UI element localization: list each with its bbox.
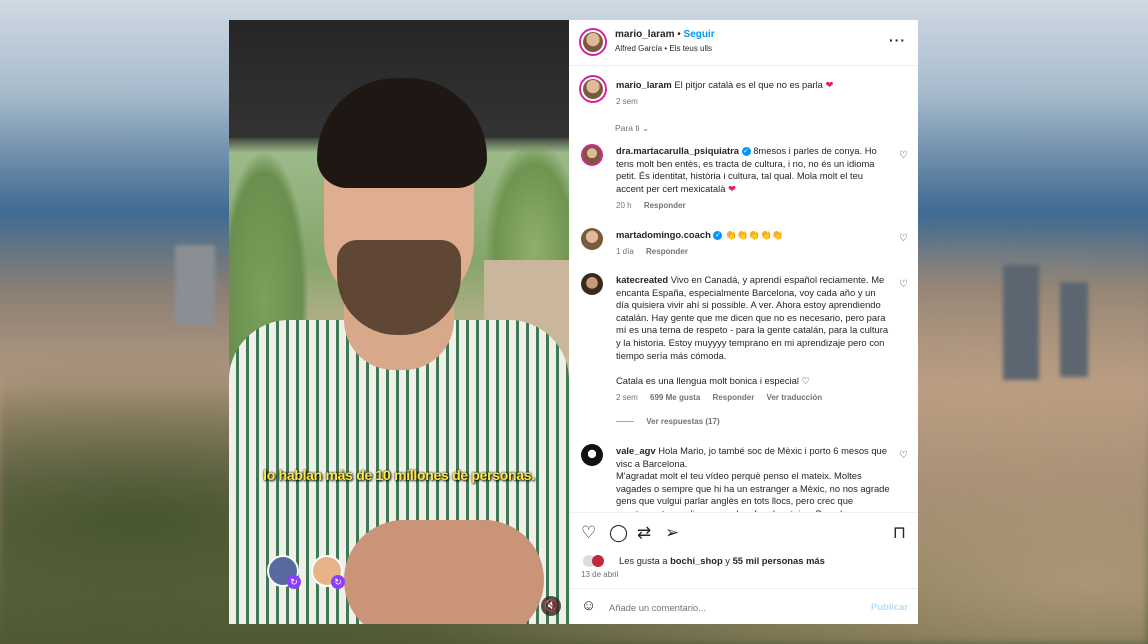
comment-username[interactable]: katecreated xyxy=(616,274,668,285)
post-header: mario_laram • Seguir Alfred García • Els… xyxy=(569,20,918,66)
comment-meta: 1 día Responder xyxy=(616,247,698,256)
comment-text: M'agradat molt el teu vídeo perquè penso… xyxy=(616,470,890,512)
background-tower xyxy=(175,245,215,325)
likes-summary[interactable]: Les gusta a bochi_shop y 55 mil personas… xyxy=(619,555,825,566)
comment-meta: 20 h Responder xyxy=(616,201,696,210)
translate-button[interactable]: Ver traducción xyxy=(767,393,823,402)
like-icon[interactable]: ♡ xyxy=(581,523,596,543)
caption-time: 2 sem xyxy=(616,97,638,106)
caption: mario_laram El pitjor català es el que n… xyxy=(616,79,833,91)
comment-text: 👏👏👏👏👏 xyxy=(725,229,784,240)
liker-avatars xyxy=(583,555,613,567)
speaker-muted-icon[interactable]: 🔇 xyxy=(541,596,561,616)
video-hand xyxy=(344,520,544,624)
reply-button[interactable]: Responder xyxy=(644,201,686,210)
comment-username[interactable]: vale_agv xyxy=(616,445,656,456)
audio-track[interactable]: Alfred García • Els teus ulls xyxy=(615,44,712,53)
commenter-avatar[interactable] xyxy=(581,273,603,295)
collaborator-avatar[interactable]: ↻ xyxy=(267,555,301,589)
like-comment-icon[interactable]: ♡ xyxy=(899,450,908,461)
caption-text: El pitjor català es el que no es parla xyxy=(674,79,823,90)
author-avatar[interactable] xyxy=(579,28,607,56)
comment-icon[interactable]: ◯ xyxy=(609,523,628,543)
more-options-icon[interactable]: ··· xyxy=(889,32,906,48)
likes-count[interactable]: 55 mil personas más xyxy=(733,555,825,566)
sort-dropdown[interactable]: Para ti ⌄ xyxy=(615,123,649,134)
divider-line xyxy=(616,421,634,422)
comment-username[interactable]: dra.martacarulla_psiquiatra xyxy=(616,145,739,156)
caption-username[interactable]: mario_laram xyxy=(616,79,672,90)
reel-badge-icon: ↻ xyxy=(331,575,345,589)
comment-likes[interactable]: 699 Me gusta xyxy=(650,393,700,402)
header-username-line: mario_laram • Seguir xyxy=(615,29,715,40)
emoji-icon[interactable]: ☺ xyxy=(581,597,596,614)
reel-video[interactable]: lo hablan más de 10 millones de personas… xyxy=(229,20,569,624)
heart-emoji-icon: ❤ xyxy=(825,79,834,90)
publish-button[interactable]: Publicar xyxy=(871,601,908,612)
save-icon[interactable]: ⊓ xyxy=(893,523,906,543)
comment-text: Catala es una llengua molt bonica i espe… xyxy=(616,375,799,386)
likes-mid: y xyxy=(722,555,733,566)
comment-input[interactable] xyxy=(609,598,849,616)
comment-text: Hola Mario, jo també soc de Mèxic i port… xyxy=(616,445,887,469)
comment-time: 2 sem xyxy=(616,393,638,402)
comment-time: 20 h xyxy=(616,201,632,210)
comment-continuation: Catala es una llengua molt bonica i espe… xyxy=(616,375,891,388)
like-comment-icon[interactable]: ♡ xyxy=(899,279,908,290)
comment: dra.martacarulla_psiquiatra ✓ 8mesos i p… xyxy=(616,145,891,195)
share-icon[interactable]: ➢ xyxy=(665,523,679,543)
comment: martadomingo.coach ✓ 👏👏👏👏👏 xyxy=(616,229,891,242)
add-comment-bar: ☺ Publicar xyxy=(569,588,918,624)
avatar xyxy=(592,555,604,567)
background-tower xyxy=(1003,265,1039,380)
collaborator-avatar[interactable]: ↻ xyxy=(311,555,345,589)
heart-emoji-icon: ❤ xyxy=(728,182,736,194)
like-comment-icon[interactable]: ♡ xyxy=(899,233,908,244)
like-comment-icon[interactable]: ♡ xyxy=(899,150,908,161)
sort-label: Para ti xyxy=(615,123,640,133)
author-username[interactable]: mario_laram xyxy=(615,29,674,40)
chevron-down-icon: ⌄ xyxy=(641,123,650,133)
commenter-avatar[interactable] xyxy=(581,444,603,466)
liker-username[interactable]: bochi_shop xyxy=(670,555,723,566)
heart-outline-icon: ♡ xyxy=(801,375,810,386)
view-replies-label: Ver respuestas (17) xyxy=(646,417,720,426)
commenter-avatar[interactable] xyxy=(581,144,603,166)
background-tower xyxy=(1060,282,1088,377)
comment-meta: 2 sem 699 Me gusta Responder Ver traducc… xyxy=(616,393,832,402)
follow-button[interactable]: Seguir xyxy=(684,29,715,40)
comment: vale_agv Hola Mario, jo també soc de Mèx… xyxy=(616,445,891,512)
verified-badge-icon: ✓ xyxy=(713,231,723,240)
comment-username[interactable]: martadomingo.coach xyxy=(616,229,711,240)
caption-avatar[interactable] xyxy=(579,75,607,103)
reel-badge-icon: ↻ xyxy=(287,575,301,589)
video-subtitle: lo hablan más de 10 millones de personas… xyxy=(263,467,535,483)
post-panel: mario_laram • Seguir Alfred García • Els… xyxy=(569,20,918,624)
post-date: 13 de abril xyxy=(581,570,619,579)
comment-text: Vivo en Canadá, y aprendí español reciam… xyxy=(616,274,889,361)
reply-button[interactable]: Responder xyxy=(646,247,688,256)
reply-button[interactable]: Responder xyxy=(713,393,755,402)
view-replies-button[interactable]: Ver respuestas (17) xyxy=(616,417,730,426)
comment: katecreated Vivo en Canadá, y aprendí es… xyxy=(616,274,891,362)
comment-time: 1 día xyxy=(616,247,634,256)
commenter-avatar[interactable] xyxy=(581,228,603,250)
likes-prefix: Les gusta a xyxy=(619,555,671,566)
repost-icon[interactable]: ⇄ xyxy=(637,523,651,543)
verified-badge-icon: ✓ xyxy=(741,147,751,156)
